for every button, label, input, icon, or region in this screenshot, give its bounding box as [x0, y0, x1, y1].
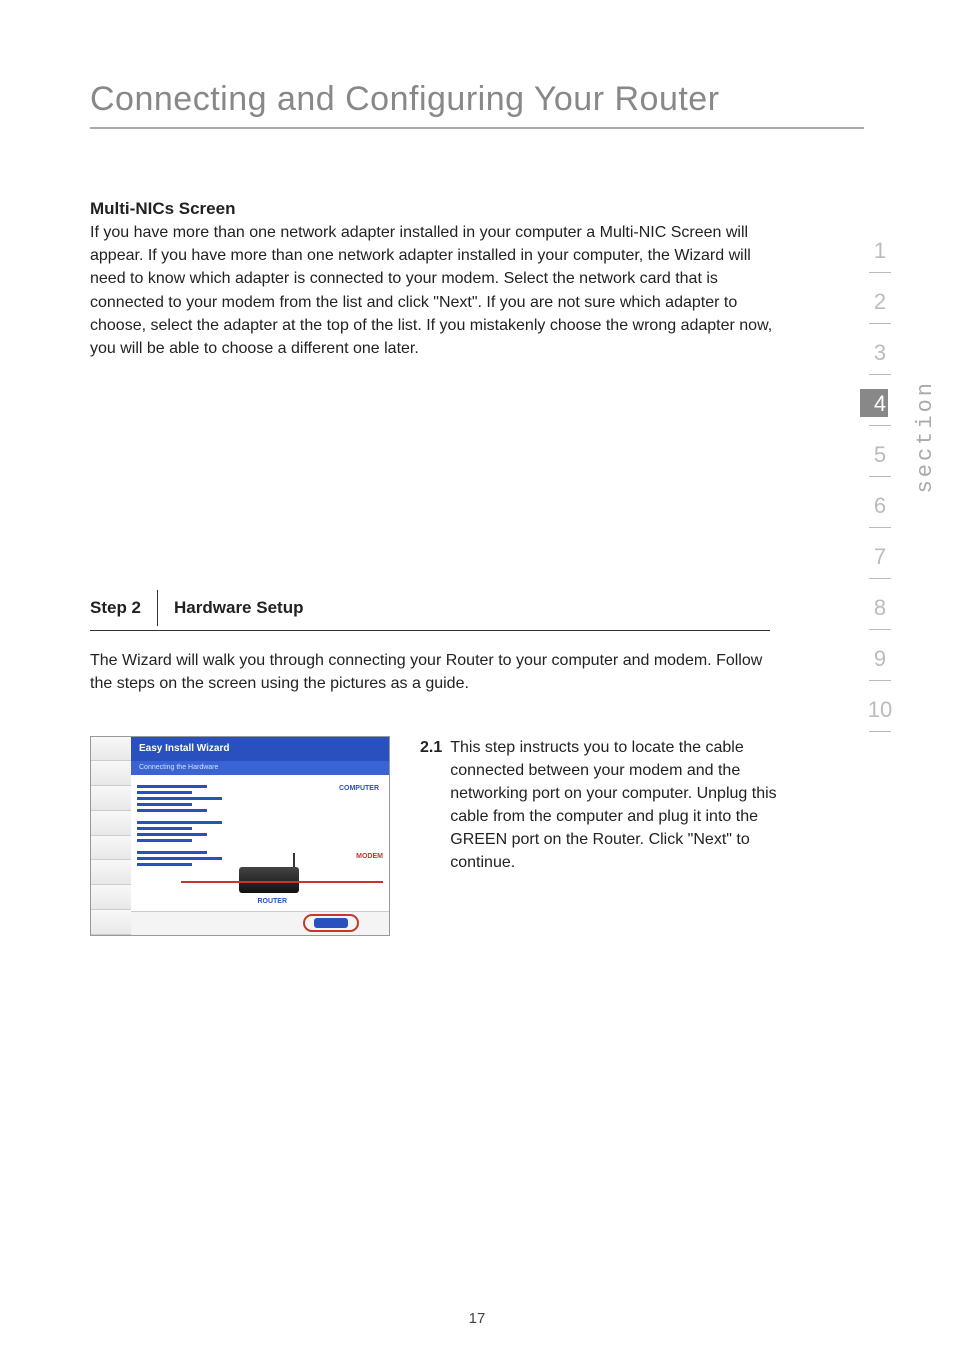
section-nav-6[interactable]: 6: [854, 485, 906, 536]
section-nav-5[interactable]: 5: [854, 434, 906, 485]
section-nav-10[interactable]: 10: [854, 689, 906, 740]
next-button: [314, 918, 348, 928]
label-router: ROUTER: [257, 898, 287, 905]
step-2-1-body: This step instructs you to locate the ca…: [450, 736, 810, 936]
wizard-footer: [131, 911, 389, 935]
step-divider: [157, 590, 158, 626]
section-nav: 1 2 3 4 5 6 7 8 9 10: [854, 230, 906, 740]
wizard-screenshot: Easy Install Wizard Connecting the Hardw…: [90, 736, 390, 936]
step2-intro: The Wizard will walk you through connect…: [90, 649, 770, 695]
step2-title: Hardware Setup: [174, 598, 303, 618]
router-icon: [239, 867, 299, 893]
next-button-highlight: [303, 914, 359, 932]
section-nav-9[interactable]: 9: [854, 638, 906, 689]
wizard-redline: [181, 881, 383, 883]
page-number: 17: [0, 1310, 954, 1327]
title-rule: [90, 127, 864, 129]
wizard-subheader: Connecting the Hardware: [131, 761, 389, 775]
section-nav-2[interactable]: 2: [854, 281, 906, 332]
section-nav-1[interactable]: 1: [854, 230, 906, 281]
label-modem: MODEM: [356, 853, 383, 860]
wizard-text: [137, 785, 237, 869]
section-vertical-label: section: [913, 380, 938, 493]
section-nav-8[interactable]: 8: [854, 587, 906, 638]
step2-label: Step 2: [90, 598, 157, 618]
multi-nics-body: If you have more than one network adapte…: [90, 221, 780, 360]
step-2-1: 2.1 This step instructs you to locate th…: [420, 736, 810, 936]
section-nav-7[interactable]: 7: [854, 536, 906, 587]
wizard-sidebar: [91, 737, 131, 935]
wizard-body: COMPUTER MODEM ROUTER: [131, 775, 389, 911]
step-2-1-number: 2.1: [420, 736, 442, 936]
step2-header-row: Step 2 Hardware Setup: [90, 590, 770, 631]
section-nav-4[interactable]: 4: [854, 383, 906, 434]
label-computer: COMPUTER: [339, 785, 379, 792]
multi-nics-heading: Multi-NICs Screen: [90, 199, 780, 219]
wizard-header: Easy Install Wizard: [131, 737, 389, 761]
page-title: Connecting and Configuring Your Router: [90, 80, 864, 119]
section-nav-3[interactable]: 3: [854, 332, 906, 383]
